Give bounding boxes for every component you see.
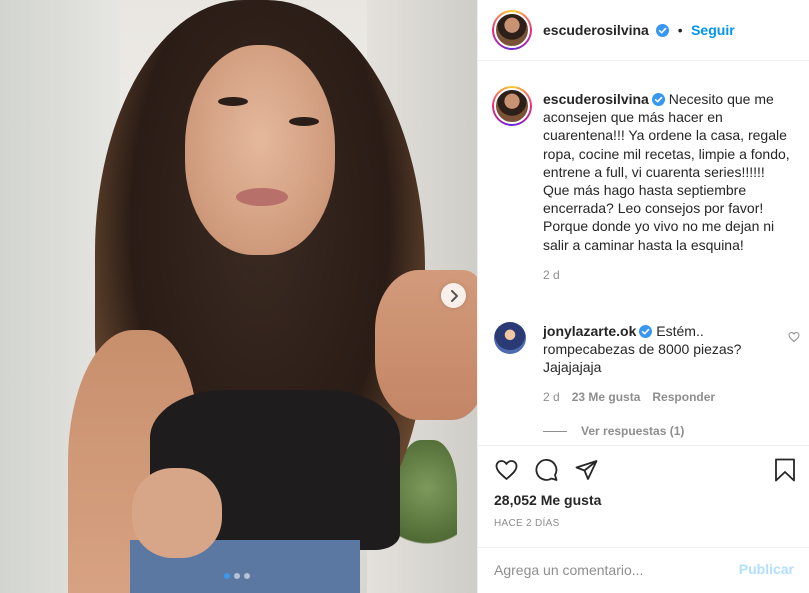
caption-author-avatar[interactable] <box>492 86 532 126</box>
author-avatar[interactable] <box>492 10 532 50</box>
bookmark-icon[interactable] <box>774 458 796 482</box>
photo-plant <box>397 440 457 560</box>
like-icon[interactable] <box>494 458 519 482</box>
post-side-panel: escuderosilvina • Seguir escuderosilvina… <box>477 0 809 593</box>
comment-input[interactable] <box>494 560 729 580</box>
commenter-username[interactable]: jonylazarte.ok <box>543 323 636 339</box>
carousel-dot <box>224 573 230 579</box>
share-icon[interactable] <box>574 458 599 482</box>
separator-dot: • <box>677 22 683 38</box>
verified-badge-icon <box>639 325 653 338</box>
post-timestamp[interactable]: HACE 2 DÍAS <box>494 518 560 529</box>
post-actions: 28,052 Me gusta HACE 2 DÍAS <box>478 445 809 547</box>
post-photo <box>0 0 477 593</box>
carousel-dot <box>244 573 250 579</box>
comment-icon[interactable] <box>534 458 559 482</box>
view-replies-label: Ver respuestas (1) <box>581 424 685 438</box>
follow-button[interactable]: Seguir <box>691 22 735 38</box>
reply-button[interactable]: Responder <box>652 390 715 404</box>
comment-likes[interactable]: 23 Me gusta <box>572 390 641 404</box>
chevron-right-icon <box>450 289 458 302</box>
carousel-dot <box>234 573 240 579</box>
author-username[interactable]: escuderosilvina <box>543 22 649 38</box>
caption-text: Necesito que me aconsejen que más hacer … <box>543 91 790 253</box>
view-replies-button[interactable]: Ver respuestas (1) <box>543 424 684 438</box>
photo-eye-right <box>289 117 319 126</box>
photo-lips <box>236 188 288 206</box>
commenter-avatar[interactable] <box>494 322 526 354</box>
replies-divider-line <box>543 430 567 432</box>
caption-time[interactable]: 2 d <box>543 266 793 284</box>
post-caption: escuderosilvina Necesito que me aconseje… <box>543 90 793 284</box>
carousel-indicator <box>224 573 250 579</box>
photo-hand <box>132 468 222 558</box>
post-header: escuderosilvina • Seguir <box>478 0 809 61</box>
caption-username[interactable]: escuderosilvina <box>543 91 649 107</box>
header-meta: escuderosilvina • Seguir <box>543 22 735 40</box>
carousel-next-button[interactable] <box>441 283 466 308</box>
verified-badge-icon <box>656 24 670 37</box>
comment-form: Publicar <box>478 547 809 593</box>
photo-eye-left <box>218 97 248 106</box>
comment-item: jonylazarte.ok Estém.. rompecabezas de 8… <box>543 322 773 377</box>
comment-meta: 2 d 23 Me gusta Responder <box>543 390 715 404</box>
photo-face <box>185 45 335 255</box>
comment-like-icon[interactable] <box>788 331 800 343</box>
comment-time[interactable]: 2 d <box>543 390 560 404</box>
publish-button[interactable]: Publicar <box>739 561 794 577</box>
verified-badge-icon <box>651 93 665 106</box>
likes-count[interactable]: 28,052 Me gusta <box>494 492 601 508</box>
